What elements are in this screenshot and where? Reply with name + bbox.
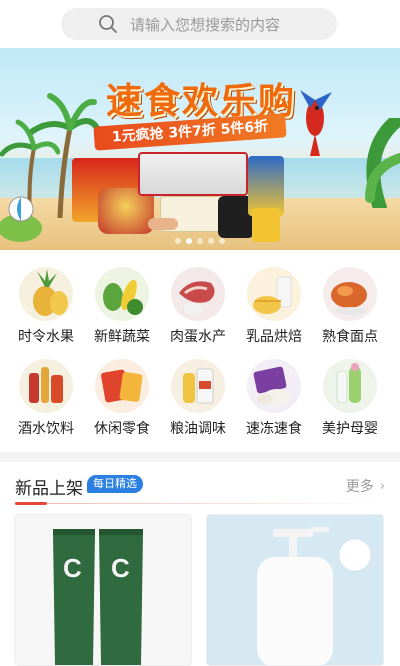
category-label: 新鲜蔬菜 <box>94 329 150 345</box>
search-icon <box>98 14 118 34</box>
promo-banner[interactable]: 速食欢乐购 1元疯抢 3件7折 5件6折 <box>0 48 400 250</box>
snack-box-image <box>138 152 248 196</box>
category-item-meat[interactable]: 肉蛋水产 <box>158 267 238 346</box>
pineapple-icon <box>19 267 73 321</box>
category-label: 休闲零食 <box>94 421 150 437</box>
daily-pick-badge: 每日精选 <box>87 475 143 493</box>
title-underline <box>15 502 47 505</box>
svg-text:C: C <box>111 553 130 583</box>
category-label: 乳品烘焙 <box>246 329 302 345</box>
search-input[interactable]: 请输入您想搜索的内容 <box>61 8 337 40</box>
meat-icon <box>171 267 225 321</box>
drinks-icon <box>19 359 73 413</box>
cereal-box-image <box>248 156 284 216</box>
roast-chicken-icon <box>323 267 377 321</box>
category-label: 粮油调味 <box>170 421 226 437</box>
category-item-deli[interactable]: 熟食面点 <box>310 267 390 346</box>
snacks-icon <box>95 359 149 413</box>
section-divider <box>0 452 400 462</box>
category-item-frozen[interactable]: 速冻速食 <box>234 359 314 438</box>
category-item-baby-care[interactable]: 美护母婴 <box>310 359 390 438</box>
sausage-image <box>148 218 178 230</box>
baby-care-icon <box>323 359 377 413</box>
parrot-icon <box>300 90 332 156</box>
new-products-header: 新品上架 每日精选 更多 › <box>0 462 400 506</box>
category-item-fruit[interactable]: 时令水果 <box>6 267 86 346</box>
search-placeholder: 请输入您想搜索的内容 <box>130 15 281 34</box>
vegetables-icon <box>95 267 149 321</box>
category-item-grain-oil[interactable]: 粮油调味 <box>158 359 238 438</box>
svg-text:C: C <box>63 553 82 583</box>
dairy-icon <box>247 267 301 321</box>
header-line <box>15 503 385 504</box>
category-item-vegetables[interactable]: 新鲜蔬菜 <box>82 267 162 346</box>
category-label: 肉蛋水产 <box>170 329 226 345</box>
frozen-food-icon <box>247 359 301 413</box>
category-item-dairy[interactable]: 乳品烘焙 <box>234 267 314 346</box>
white-pump-bottle-image <box>207 515 383 665</box>
category-label: 酒水饮料 <box>18 421 74 437</box>
pagination-dot-active[interactable] <box>186 238 192 244</box>
category-item-drinks[interactable]: 酒水饮料 <box>6 359 86 438</box>
chevron-right-icon: › <box>379 478 385 494</box>
product-card[interactable]: C C <box>14 514 192 666</box>
green-tube-cream-image: C C <box>15 515 191 665</box>
pagination-dot[interactable] <box>197 238 203 244</box>
leaf-icon <box>365 118 400 208</box>
category-label: 熟食面点 <box>322 329 378 345</box>
section-title: 新品上架 <box>15 479 83 499</box>
category-label: 美护母婴 <box>322 421 378 437</box>
pagination-dot[interactable] <box>208 238 214 244</box>
more-label: 更多 <box>345 479 374 495</box>
more-link[interactable]: 更多 › <box>346 476 385 496</box>
oil-icon <box>171 359 225 413</box>
product-card[interactable] <box>206 514 384 666</box>
category-label: 时令水果 <box>18 329 74 345</box>
pagination-dot[interactable] <box>219 238 225 244</box>
beach-ball-icon <box>8 196 34 222</box>
banner-pagination[interactable] <box>0 238 400 244</box>
pagination-dot[interactable] <box>175 238 181 244</box>
corn-can-image <box>252 208 280 242</box>
category-item-snacks[interactable]: 休闲零食 <box>82 359 162 438</box>
search-bar-container: 请输入您想搜索的内容 <box>0 0 400 48</box>
category-label: 速冻速食 <box>246 421 302 437</box>
